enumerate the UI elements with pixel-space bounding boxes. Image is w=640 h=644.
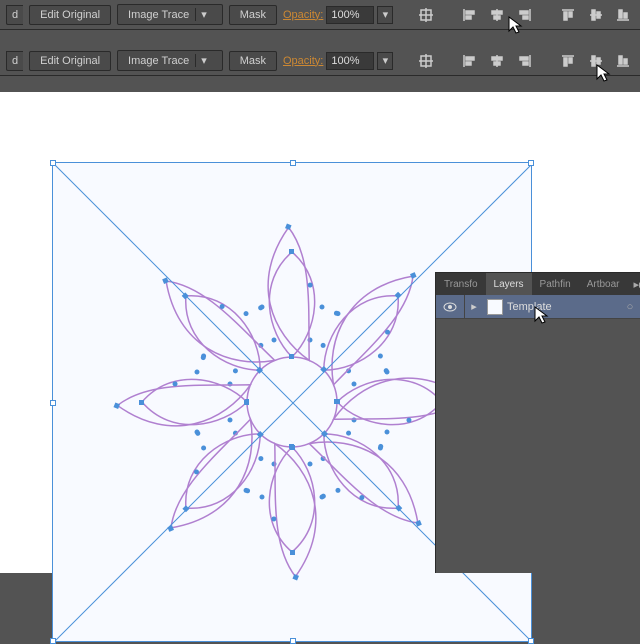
opacity-label[interactable]: Opacity: xyxy=(283,9,323,21)
align-left-icon[interactable] xyxy=(459,4,481,26)
transform-icon[interactable] xyxy=(415,4,437,26)
mask-button[interactable]: Mask xyxy=(229,5,277,25)
align-right-icon-2[interactable] xyxy=(514,50,536,72)
align-vcenter-icon-2[interactable] xyxy=(585,50,607,72)
transform-icon-2[interactable] xyxy=(415,50,437,72)
align-bottom-icon-2[interactable] xyxy=(612,50,634,72)
align-hcenter-icon[interactable] xyxy=(486,4,508,26)
opacity-input-2[interactable] xyxy=(326,52,374,70)
tab-pathfinder[interactable]: Pathfin xyxy=(532,273,579,295)
opacity-dropdown-arrow-2[interactable]: ▾ xyxy=(377,52,393,70)
handle-tl[interactable] xyxy=(50,160,56,166)
align-top-icon-2[interactable] xyxy=(557,50,579,72)
image-trace-button[interactable]: Image Trace ▾ xyxy=(117,4,223,25)
opacity-dropdown-arrow[interactable]: ▾ xyxy=(377,6,393,24)
align-top-icon[interactable] xyxy=(557,4,579,26)
edit-original-button[interactable]: Edit Original xyxy=(29,5,111,25)
edit-original-button-2[interactable]: Edit Original xyxy=(29,51,111,71)
target-ring-icon[interactable]: ○ xyxy=(620,301,640,313)
handle-tc[interactable] xyxy=(290,160,296,166)
handle-bl[interactable] xyxy=(50,638,56,644)
panel-tabs: Transfo Layers Pathfin Artboar ▸▸ ≡ xyxy=(436,273,640,295)
tab-layers[interactable]: Layers xyxy=(486,273,532,295)
truncated-button-2[interactable]: d xyxy=(6,51,23,71)
dropdown-arrow-icon[interactable]: ▾ xyxy=(195,8,212,21)
align-bottom-icon[interactable] xyxy=(612,4,634,26)
control-bar-2: d Edit Original Image Trace ▾ Mask Opaci… xyxy=(0,46,640,76)
control-bar-1: d Edit Original Image Trace ▾ Mask Opaci… xyxy=(0,0,640,30)
align-left-icon-2[interactable] xyxy=(459,50,481,72)
opacity-control-2: Opacity: ▾ xyxy=(283,52,393,70)
image-trace-label: Image Trace xyxy=(128,9,195,21)
opacity-label-2[interactable]: Opacity: xyxy=(283,55,323,67)
mask-button-2[interactable]: Mask xyxy=(229,51,277,71)
tab-artboards[interactable]: Artboar xyxy=(579,273,628,295)
layer-thumbnail xyxy=(487,299,503,315)
layer-name[interactable]: Template xyxy=(507,301,620,313)
align-vcenter-icon[interactable] xyxy=(585,4,607,26)
handle-br[interactable] xyxy=(528,638,534,644)
handle-tr[interactable] xyxy=(528,160,534,166)
layer-row-template[interactable]: ▸ Template ○ xyxy=(436,295,640,319)
handle-ml[interactable] xyxy=(50,400,56,406)
panel-expand-icon[interactable]: ▸▸ xyxy=(627,278,640,291)
align-hcenter-icon-2[interactable] xyxy=(486,50,508,72)
tab-transform[interactable]: Transfo xyxy=(436,273,486,295)
dropdown-arrow-icon-2[interactable]: ▾ xyxy=(195,54,212,67)
image-trace-button-2[interactable]: Image Trace ▾ xyxy=(117,50,223,71)
expand-triangle-icon[interactable]: ▸ xyxy=(465,300,483,313)
layers-panel[interactable]: Transfo Layers Pathfin Artboar ▸▸ ≡ ▸ Te… xyxy=(435,272,640,573)
visibility-icon[interactable] xyxy=(436,302,464,312)
align-right-icon[interactable] xyxy=(514,4,536,26)
handle-bc[interactable] xyxy=(290,638,296,644)
opacity-input[interactable] xyxy=(326,6,374,24)
opacity-control: Opacity: ▾ xyxy=(283,6,393,24)
image-trace-label-2: Image Trace xyxy=(128,55,195,67)
truncated-button[interactable]: d xyxy=(6,5,23,25)
